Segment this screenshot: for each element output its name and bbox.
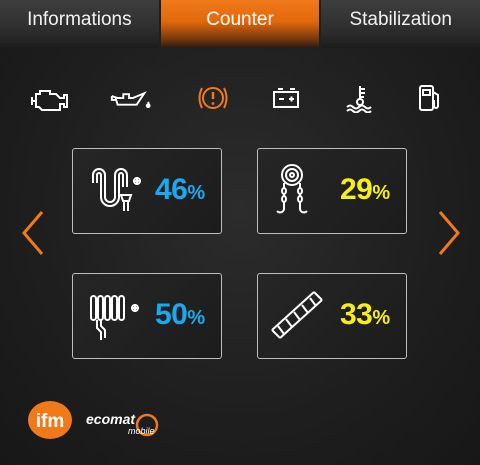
- counter-value: 33%: [340, 298, 390, 331]
- counter-card-radiator-valve[interactable]: 50%: [72, 273, 222, 359]
- counter-value: 29%: [340, 173, 390, 206]
- counter-value: 50%: [155, 298, 205, 331]
- counter-card-hook-chain[interactable]: 29%: [257, 148, 407, 234]
- counter-card-hose-reel[interactable]: 46%: [72, 148, 222, 234]
- counter-card-ladder[interactable]: 33%: [257, 273, 407, 359]
- next-page-button[interactable]: [434, 208, 464, 258]
- svg-text:ecomat: ecomat: [86, 411, 136, 427]
- ladder-icon: [271, 291, 323, 339]
- tab-informations[interactable]: Informations: [0, 0, 159, 48]
- chevron-right-icon: [438, 211, 460, 255]
- svg-text:ifm: ifm: [36, 411, 65, 432]
- hook-chain-icon: [276, 164, 308, 214]
- ecomat-mobile-logo: ecomat mobile: [84, 402, 174, 442]
- oil-can-icon: [108, 80, 152, 116]
- tab-bar: Informations Counter Stabilization: [0, 0, 480, 48]
- hose-reel-icon: [92, 168, 141, 211]
- svg-text:mobile: mobile: [128, 426, 155, 436]
- ifm-logo: ifm: [27, 400, 73, 440]
- tab-counter[interactable]: Counter: [160, 0, 320, 48]
- chevron-left-icon: [22, 211, 44, 255]
- battery-icon: [264, 80, 308, 116]
- counter-value: 46%: [155, 173, 205, 206]
- prev-page-button[interactable]: [18, 208, 48, 258]
- status-icon-row: [0, 80, 480, 116]
- fuel-pump-icon: [408, 80, 452, 116]
- brake-warning-icon: [191, 80, 235, 116]
- coolant-temperature-icon: [338, 80, 382, 116]
- engine-icon: [28, 80, 72, 116]
- tab-stabilization[interactable]: Stabilization: [321, 0, 480, 48]
- radiator-valve-icon: [90, 295, 139, 340]
